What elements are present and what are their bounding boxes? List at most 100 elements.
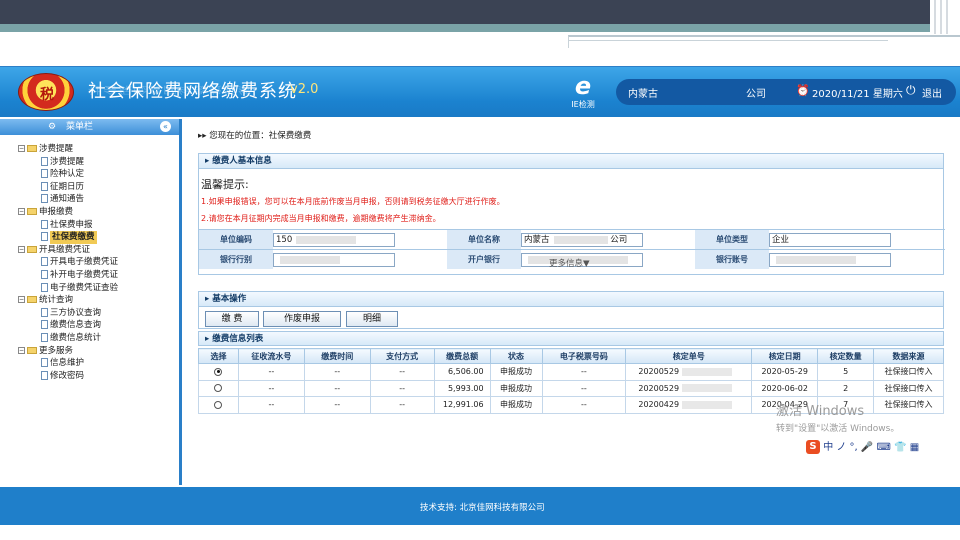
payer-info-header: ▸ 缴费人基本信息 xyxy=(199,154,943,169)
redacted-value xyxy=(553,235,608,244)
system-version: v2.0 xyxy=(290,82,319,97)
ie-check-label: IE检测 xyxy=(571,100,595,109)
unit-name-field[interactable]: 内蒙古 公司 xyxy=(521,233,643,247)
slide-decor-bars xyxy=(932,0,954,34)
document-icon xyxy=(41,370,48,380)
document-icon xyxy=(41,219,48,229)
logout-button[interactable]: 退出 xyxy=(922,85,942,100)
bank-branch-label: 银行行别 xyxy=(199,250,273,269)
sidebar-item-calendar[interactable]: 征期日历 xyxy=(0,181,179,194)
column-header: 缴费时间 xyxy=(303,348,371,364)
activation-hint: 转到"设置"以激活 Windows。 xyxy=(776,424,900,434)
user-info-bar: 内蒙古 公司 ⏰ 2020/11/21 星期六 ⏻ 退出 xyxy=(616,79,956,105)
notice-line-2: 2.请您在本月征期内完成当月申报和缴费，逾期缴费将产生滞纳金。 xyxy=(201,214,441,223)
bank-branch-field[interactable] xyxy=(273,253,395,267)
collapse-sidebar-button[interactable]: « xyxy=(160,121,171,132)
form-row-unit: 单位编码 150 单位名称 内蒙古 公司 单位类型 企业 xyxy=(199,229,945,249)
radio-checked-icon[interactable] xyxy=(214,367,223,376)
status-cell: 申报成功 xyxy=(489,363,543,381)
bank-account-field[interactable] xyxy=(769,253,891,267)
expand-toggle-icon[interactable]: − xyxy=(18,207,25,215)
slide-teal-band xyxy=(0,24,930,32)
menu-group-voucher[interactable]: − 开具缴费凭证 xyxy=(0,244,179,257)
expand-toggle-icon[interactable]: − xyxy=(18,346,25,354)
column-header: 状态 xyxy=(489,348,543,364)
column-header: 核定单号 xyxy=(625,348,753,364)
sidebar-item-reminder[interactable]: 涉费提醒 xyxy=(0,156,179,169)
tax-emblem-icon xyxy=(18,73,75,111)
system-title-reflection: 社会保险费网络缴费系统 xyxy=(88,83,253,95)
unit-code-field[interactable]: 150 xyxy=(273,233,395,247)
folder-icon xyxy=(27,346,37,354)
sidebar-item-payment-stats[interactable]: 缴费信息统计 xyxy=(0,332,179,345)
windows-activation-watermark: 激活 Windows 转到"设置"以激活 Windows。 xyxy=(776,400,899,434)
unit-type-field[interactable]: 企业 xyxy=(769,233,891,247)
column-header: 电子税票号码 xyxy=(541,348,627,364)
notice-title: 温馨提示: xyxy=(201,178,249,191)
notice-line-1: 1.如果申报错误，您可以在本月底前作废当月申报，否则请到税务征缴大厅进行作废。 xyxy=(201,197,505,206)
document-icon xyxy=(41,320,48,330)
sidebar-item-declare[interactable]: 社保费申报 xyxy=(0,219,179,232)
document-icon xyxy=(41,194,48,204)
slide-decor-line xyxy=(568,40,888,41)
row-select-radio[interactable] xyxy=(198,379,239,397)
row-select-radio[interactable] xyxy=(198,396,239,414)
menu-group-declare[interactable]: − 申报缴费 xyxy=(0,206,179,219)
menu-group-reminder[interactable]: − 涉费提醒 xyxy=(0,143,179,156)
sidebar-item-insurance-type[interactable]: 险种认定 xyxy=(0,168,179,181)
redacted-value xyxy=(280,255,340,264)
table-row[interactable]: -- -- -- 5,993.00 申报成功 -- 20200529 2020-… xyxy=(198,379,944,397)
sidebar-item-payment-query[interactable]: 缴费信息查询 xyxy=(0,319,179,332)
ime-toolbar[interactable]: S 中 ノ °, 🎤 ⌨ 👕 ▦ xyxy=(804,440,954,456)
ie-check-button[interactable]: e IE检测 xyxy=(566,73,600,113)
more-info-toggle[interactable]: 更多信息▼ xyxy=(549,257,590,269)
radio-unchecked-icon[interactable] xyxy=(214,400,223,409)
sidebar-item-info-maintain[interactable]: 信息维护 xyxy=(0,357,179,370)
sidebar-item-change-password[interactable]: 修改密码 xyxy=(0,370,179,383)
current-date: 2020/11/21 星期六 xyxy=(812,89,903,100)
open-bank-label: 开户银行 xyxy=(447,250,521,269)
table-row[interactable]: -- -- -- 6,506.00 申报成功 -- 20200529 2020-… xyxy=(198,363,944,381)
sidebar-item-verify-voucher[interactable]: 电子缴费凭证查验 xyxy=(0,282,179,295)
sidebar-item-issue-voucher[interactable]: 开具电子缴费凭证 xyxy=(0,256,179,269)
sogou-logo-icon: S xyxy=(806,440,820,454)
document-icon xyxy=(41,358,48,368)
sidebar-item-notices[interactable]: 通知通告 xyxy=(0,193,179,206)
menu-group-query[interactable]: − 统计查询 xyxy=(0,294,179,307)
document-icon xyxy=(41,269,48,279)
breadcrumb-arrow-icon: ▸▸ xyxy=(198,131,210,141)
folder-icon xyxy=(27,296,37,304)
sidebar-item-pay-selected[interactable]: 社保费缴费 xyxy=(0,231,179,244)
sidebar-item-agreement-query[interactable]: 三方协议查询 xyxy=(0,307,179,320)
radio-unchecked-icon[interactable] xyxy=(214,384,223,393)
menu-group-services[interactable]: − 更多服务 xyxy=(0,345,179,358)
activation-title: 激活 Windows xyxy=(776,404,865,419)
column-header: 核定数量 xyxy=(817,348,875,364)
redacted-value xyxy=(681,384,732,393)
column-header: 缴费总额 xyxy=(433,348,491,364)
expand-toggle-icon[interactable]: − xyxy=(18,145,25,152)
table-header-row: 选择 征收流水号 缴费时间 支付方式 缴费总额 状态 电子税票号码 核定单号 核… xyxy=(198,348,944,364)
power-icon[interactable]: ⏻ xyxy=(906,83,916,98)
sidebar-item-reissue-voucher[interactable]: 补开电子缴费凭证 xyxy=(0,269,179,282)
amount-cell: 12,991.06 xyxy=(433,396,491,414)
column-header: 选择 xyxy=(198,348,239,364)
row-select-radio[interactable] xyxy=(198,363,239,381)
app-header: 社会保险费网络缴费系统 v2.0 社会保险费网络缴费系统 e IE检测 内蒙古 … xyxy=(0,67,960,117)
folder-icon xyxy=(27,145,37,152)
amount-cell: 6,506.00 xyxy=(433,363,491,381)
expand-toggle-icon[interactable]: − xyxy=(18,296,25,304)
void-declaration-button[interactable]: 作废申报 xyxy=(263,311,341,327)
status-cell: 申报成功 xyxy=(489,396,543,414)
slide-decor-line xyxy=(568,35,960,48)
detail-button[interactable]: 明细 xyxy=(346,311,398,327)
amount-cell: 5,993.00 xyxy=(433,379,491,397)
order-number-cell: 20200529 xyxy=(625,379,753,397)
order-number-cell: 20200429 xyxy=(625,396,753,414)
pay-button[interactable]: 缴 费 xyxy=(205,311,259,327)
column-header: 核定日期 xyxy=(751,348,819,364)
document-icon xyxy=(41,332,48,342)
expand-toggle-icon[interactable]: − xyxy=(18,245,25,253)
menu-tree: − 涉费提醒 涉费提醒 险种认定 征期日历 通知通告 − 申报缴费 社保费申报 社保… xyxy=(0,135,179,382)
document-icon xyxy=(41,282,48,292)
